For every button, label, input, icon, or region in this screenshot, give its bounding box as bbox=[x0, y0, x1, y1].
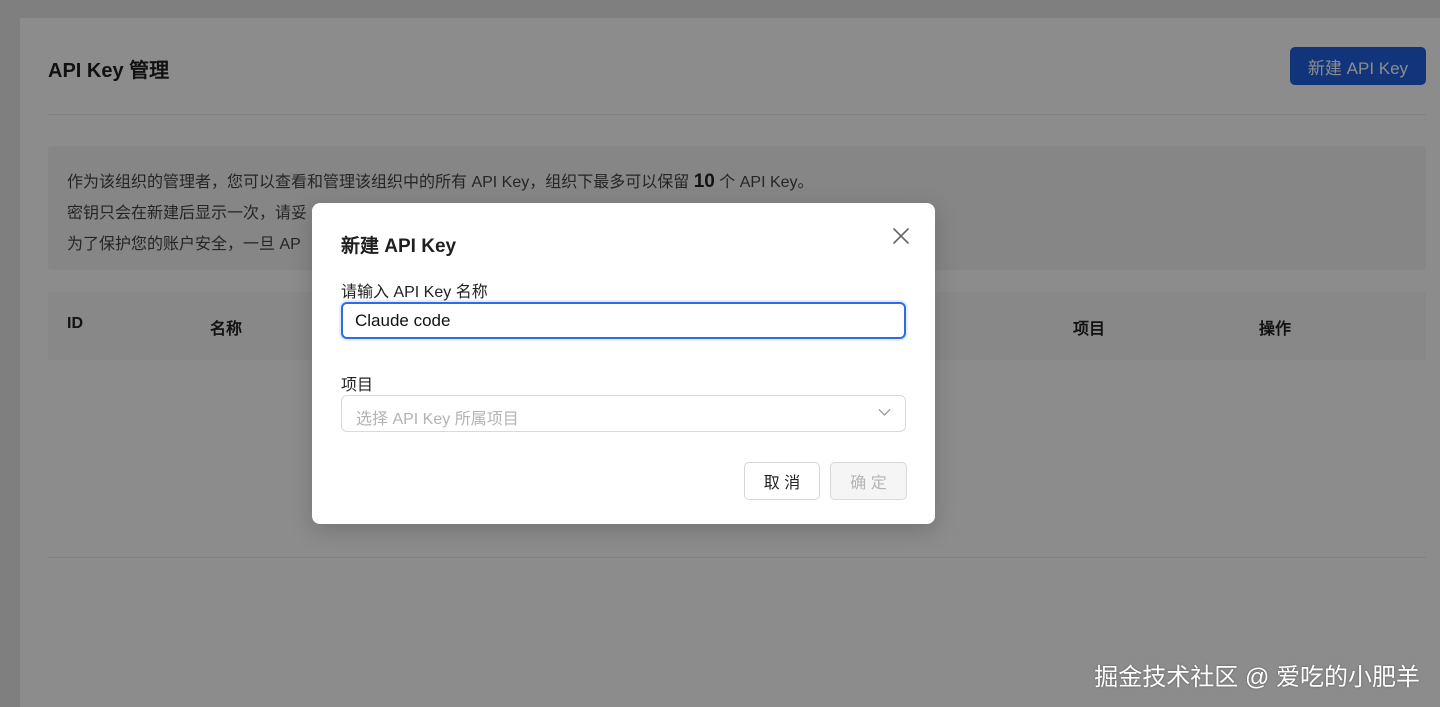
close-icon bbox=[893, 228, 909, 244]
chevron-down-icon bbox=[878, 409, 891, 416]
api-key-name-input[interactable] bbox=[341, 302, 906, 339]
close-button[interactable] bbox=[890, 225, 912, 247]
name-field-label: 请输入 API Key 名称 bbox=[341, 284, 488, 301]
project-select-placeholder: 选择 API Key 所属项目 bbox=[356, 411, 519, 428]
watermark: 掘金技术社区 @ 爱吃的小肥羊 bbox=[1094, 664, 1420, 691]
project-field-label: 项目 bbox=[341, 377, 374, 394]
cancel-button[interactable]: 取 消 bbox=[744, 462, 820, 500]
dialog-title: 新建 API Key bbox=[341, 236, 457, 257]
confirm-button[interactable]: 确 定 bbox=[830, 462, 907, 500]
new-api-key-dialog: 新建 API Key 请输入 API Key 名称 项目 选择 API Key … bbox=[312, 203, 935, 524]
project-select[interactable]: 选择 API Key 所属项目 bbox=[341, 395, 906, 432]
